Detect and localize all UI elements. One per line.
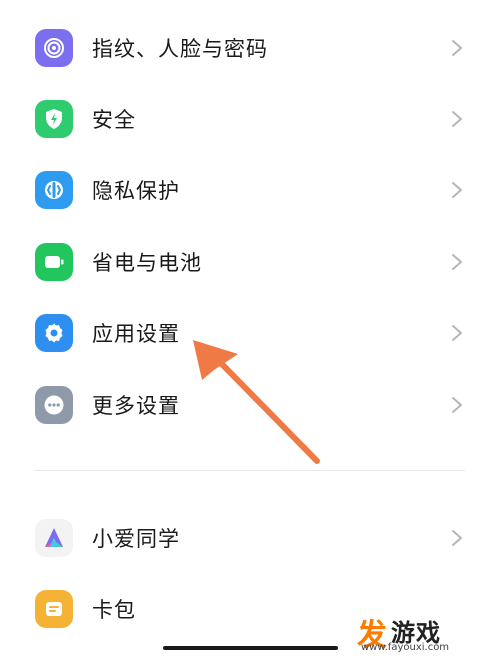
xiaoai-icon: [35, 519, 73, 557]
settings-item-label: 指纹、人脸与密码: [92, 37, 268, 61]
fingerprint-icon: [35, 29, 73, 67]
chevron-right-icon: [452, 182, 462, 198]
chevron-right-icon: [452, 254, 462, 270]
card-wallet-icon: [35, 590, 73, 628]
settings-item-app-settings[interactable]: 应用设置: [0, 297, 500, 369]
settings-item-battery[interactable]: 省电与电池: [0, 226, 500, 298]
settings-item-label: 更多设置: [92, 394, 180, 418]
chevron-right-icon: [452, 111, 462, 127]
settings-item-privacy[interactable]: 隐私保护: [0, 154, 500, 226]
battery-icon: [35, 243, 73, 281]
watermark-logo: 发 游戏 www.fayouxi.com: [357, 608, 497, 656]
settings-item-label: 省电与电池: [92, 251, 202, 275]
section-divider: [35, 470, 465, 471]
settings-item-label: 隐私保护: [92, 179, 180, 203]
settings-item-label: 小爱同学: [92, 527, 180, 551]
chevron-right-icon: [452, 397, 462, 413]
settings-item-label: 卡包: [92, 598, 136, 622]
settings-item-security[interactable]: 安全: [0, 83, 500, 155]
chevron-right-icon: [452, 40, 462, 56]
home-indicator-bar[interactable]: [163, 646, 338, 650]
chevron-right-icon: [452, 325, 462, 341]
settings-item-label: 安全: [92, 108, 136, 132]
chevron-right-icon: [452, 530, 462, 546]
settings-item-xiaoai[interactable]: 小爱同学: [0, 502, 500, 574]
gear-icon: [35, 314, 73, 352]
settings-item-label: 应用设置: [92, 322, 180, 346]
privacy-icon: [35, 171, 73, 209]
watermark-url: www.fayouxi.com: [361, 642, 450, 653]
security-shield-icon: [35, 100, 73, 138]
settings-item-more-settings[interactable]: 更多设置: [0, 369, 500, 441]
more-dots-icon: [35, 386, 73, 424]
settings-item-fingerprint-face-password[interactable]: 指纹、人脸与密码: [0, 12, 500, 84]
